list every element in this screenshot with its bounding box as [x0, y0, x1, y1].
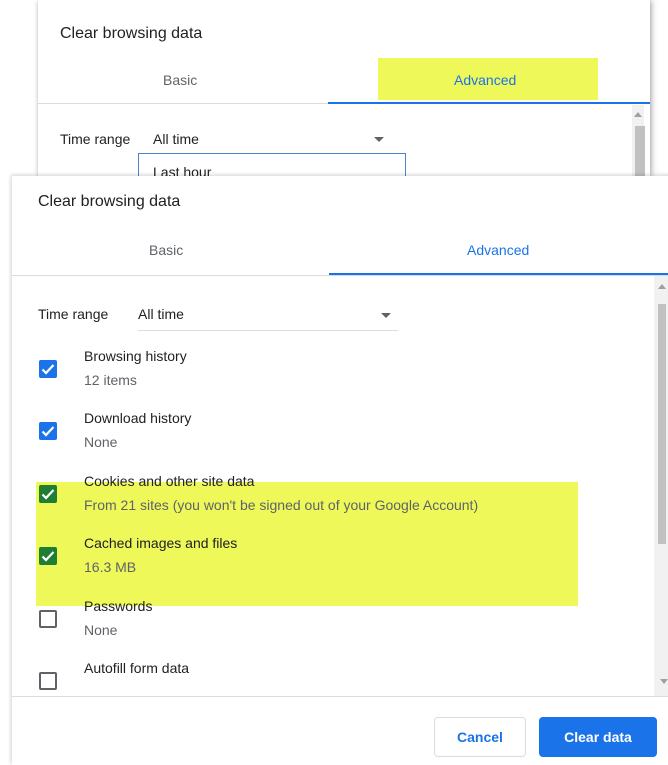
- time-range-value: All time: [138, 306, 184, 322]
- option-download-history: Download history None: [12, 410, 652, 464]
- background-dialog-title: Clear browsing data: [60, 25, 203, 42]
- dialog-title: Clear browsing data: [38, 193, 181, 210]
- option-detail: None: [84, 434, 118, 450]
- checkbox-cached-images[interactable]: [39, 547, 57, 565]
- background-time-range-label: Time range: [60, 131, 131, 147]
- background-tab-basic[interactable]: Basic: [163, 72, 197, 88]
- option-passwords: Passwords None: [12, 598, 652, 652]
- option-cookies: Cookies and other site data From 21 site…: [12, 473, 652, 527]
- scroll-up-arrow-icon[interactable]: [658, 284, 666, 289]
- select-underline: [138, 330, 398, 331]
- option-label: Download history: [84, 410, 192, 426]
- footer-divider: [12, 696, 668, 697]
- option-detail: 12 items: [84, 372, 137, 388]
- option-autofill: Autofill form data: [12, 660, 652, 696]
- scroll-down-arrow-icon[interactable]: [660, 679, 668, 684]
- option-cached-images: Cached images and files 16.3 MB: [12, 535, 652, 589]
- option-label: Cookies and other site data: [84, 473, 255, 489]
- scroll-up-arrow-icon[interactable]: [634, 112, 642, 117]
- dropdown-arrow-icon[interactable]: [374, 137, 384, 142]
- clear-data-button[interactable]: Clear data: [539, 717, 657, 757]
- dropdown-option-last-hour[interactable]: Last hour: [153, 164, 211, 176]
- background-dialog: Clear browsing data Basic Advanced Time …: [38, 0, 650, 176]
- checkbox-passwords[interactable]: [39, 610, 57, 628]
- background-time-range-select[interactable]: All time: [153, 131, 383, 147]
- checkbox-autofill[interactable]: [39, 672, 57, 690]
- checkmark-icon: [41, 364, 55, 375]
- checkbox-cookies[interactable]: [39, 485, 57, 503]
- checkbox-browsing-history[interactable]: [39, 360, 57, 378]
- cancel-button[interactable]: Cancel: [434, 717, 526, 757]
- option-detail: 16.3 MB: [84, 559, 137, 575]
- scrollbar-thumb[interactable]: [658, 304, 666, 544]
- checkbox-download-history[interactable]: [39, 422, 57, 440]
- background-scrollbar-thumb[interactable]: [635, 126, 645, 176]
- checkmark-icon: [41, 551, 55, 562]
- tab-selected-indicator: [329, 273, 668, 275]
- tab-advanced[interactable]: Advanced: [467, 242, 529, 258]
- background-tab-indicator: [328, 102, 650, 104]
- tab-basic[interactable]: Basic: [149, 242, 183, 258]
- time-range-select[interactable]: All time: [138, 306, 398, 331]
- option-label: Cached images and files: [84, 535, 238, 551]
- option-label: Browsing history: [84, 348, 187, 364]
- time-range-dropdown-list: Last hour: [138, 153, 406, 176]
- dialog-content: Time range All time Browsing history 12 …: [12, 276, 668, 696]
- option-detail: From 21 sites (you won't be signed out o…: [84, 497, 479, 513]
- option-browsing-history: Browsing history 12 items: [12, 348, 652, 402]
- option-label: Passwords: [84, 598, 153, 614]
- time-range-label: Time range: [38, 306, 109, 322]
- clear-browsing-data-dialog: Clear browsing data Basic Advanced Time …: [12, 176, 668, 765]
- option-detail: None: [84, 622, 118, 638]
- background-tab-advanced[interactable]: Advanced: [454, 72, 516, 88]
- checkmark-icon: [41, 426, 55, 437]
- option-label: Autofill form data: [84, 660, 190, 676]
- dropdown-arrow-icon: [381, 313, 391, 318]
- checkmark-icon: [41, 489, 55, 500]
